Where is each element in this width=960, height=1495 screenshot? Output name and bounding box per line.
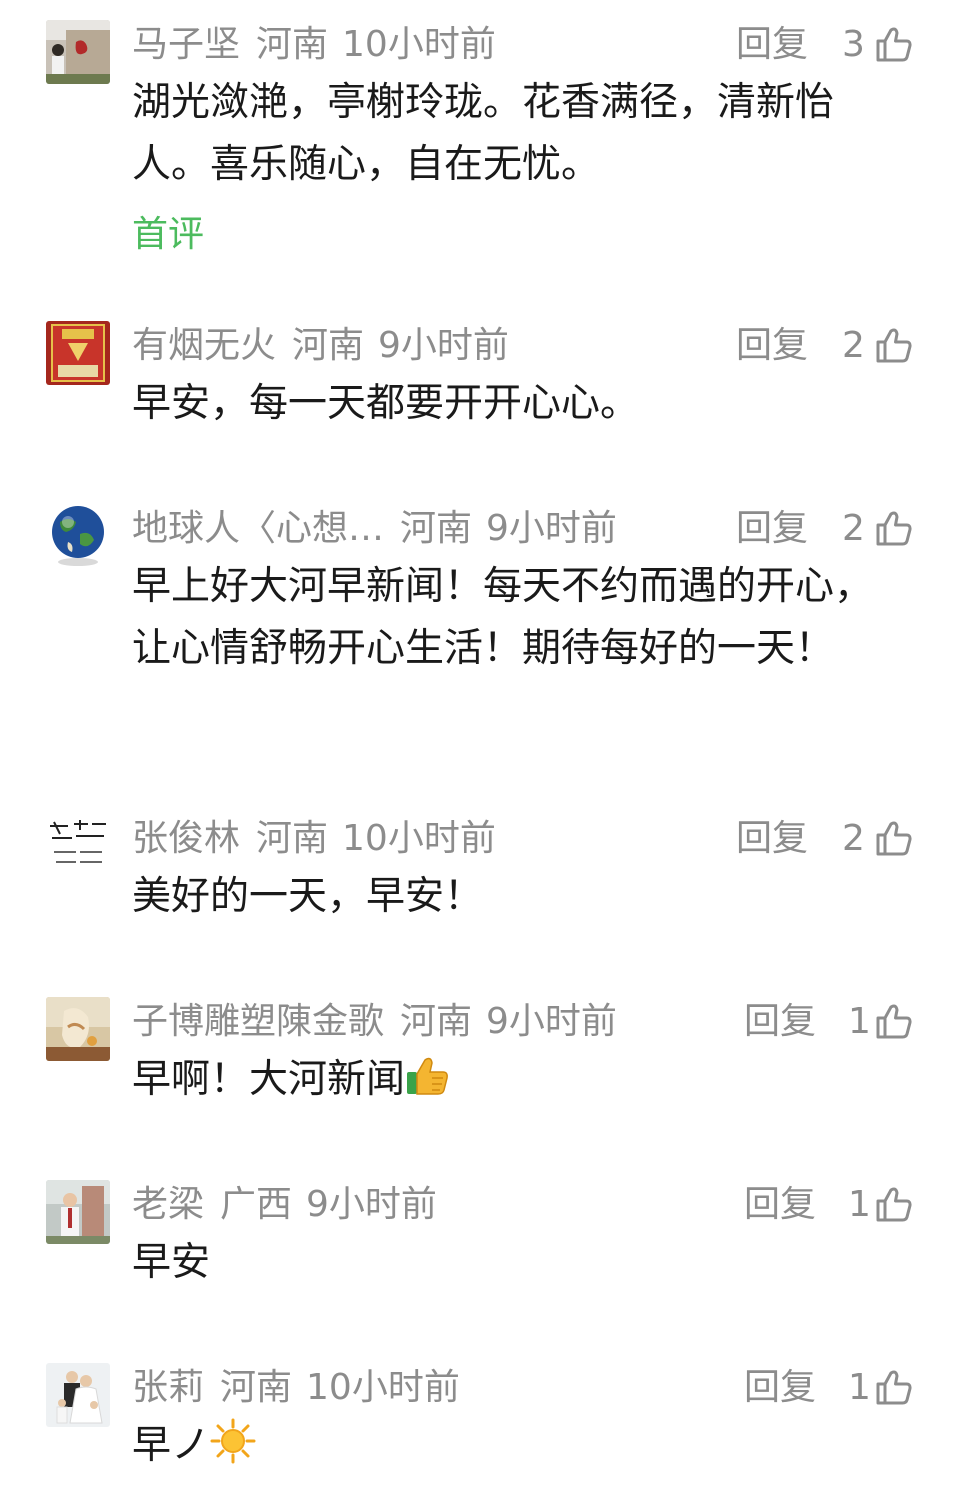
comment-text: 美好的一天，早安！ — [132, 874, 484, 919]
comment-text: 早ノ — [132, 1415, 902, 1477]
comment-item: 地球人〈心想… 河南 9小时前 回复 2 早上好大河早新闻！每天不约而遇的开心，让心… — [0, 504, 960, 754]
comment-meta: 老梁 广西 9小时前 — [132, 1180, 437, 1230]
reply-button[interactable]: 回复 — [736, 814, 808, 864]
avatar[interactable] — [46, 20, 110, 84]
like-count: 2 — [842, 508, 865, 549]
comment-item: 马子坚 河南 10小时前 回复 3 湖光潋滟，亭榭玲珑。花香满径，清新怡人。喜乐随心… — [0, 20, 960, 270]
comment-text-content: 早啊！大河新闻 — [132, 1057, 406, 1102]
comment-text-content: 早ノ — [132, 1423, 211, 1468]
like-count: 2 — [842, 818, 865, 859]
reply-button[interactable]: 回复 — [736, 504, 808, 554]
reply-button[interactable]: 回复 — [744, 1363, 816, 1413]
comment-text: 早安，每一天都要开开心心。 — [132, 381, 640, 426]
comment-item: 张俊林 河南 10小时前 回复 2 美好的一天，早安！ — [0, 814, 960, 944]
user-name[interactable]: 张俊林 — [132, 818, 240, 859]
comment-meta: 有烟无火 河南 9小时前 — [132, 321, 509, 371]
first-comment-tag: 首评 — [132, 214, 205, 255]
reply-button[interactable]: 回复 — [744, 997, 816, 1047]
sun-emoji-icon — [210, 1418, 256, 1464]
comment-meta: 张莉 河南 10小时前 — [132, 1363, 460, 1413]
user-region: 河南 — [220, 1367, 293, 1408]
comment-time: 10小时前 — [342, 24, 496, 65]
thumbs-up-icon[interactable] — [874, 24, 914, 64]
thumbs-up-icon[interactable] — [874, 325, 914, 365]
user-name[interactable]: 老梁 — [132, 1184, 204, 1225]
user-name[interactable]: 有烟无火 — [132, 325, 276, 366]
comment-time: 9小时前 — [486, 1001, 617, 1042]
thumbs-up-icon[interactable] — [874, 1001, 914, 1041]
comment-meta: 地球人〈心想… 河南 9小时前 — [132, 504, 617, 554]
like-count: 1 — [848, 1367, 871, 1408]
reply-button[interactable]: 回复 — [744, 1180, 816, 1230]
avatar[interactable] — [46, 504, 110, 568]
user-region: 河南 — [400, 508, 473, 549]
avatar[interactable] — [46, 997, 110, 1061]
comment-time: 9小时前 — [486, 508, 617, 549]
avatar[interactable] — [46, 1363, 110, 1427]
thumbs-up-icon[interactable] — [874, 508, 914, 548]
comment-time: 9小时前 — [378, 325, 509, 366]
comment-item: 子博雕塑陳金歌 河南 9小时前 回复 1 早啊！大河新闻 — [0, 997, 960, 1127]
user-name[interactable]: 张莉 — [132, 1367, 204, 1408]
user-name[interactable]: 地球人〈心想… — [132, 508, 384, 549]
like-count: 1 — [848, 1184, 871, 1225]
comment-text: 早安 — [132, 1240, 211, 1285]
like-count: 2 — [842, 325, 865, 366]
user-region: 河南 — [256, 24, 329, 65]
user-name[interactable]: 马子坚 — [132, 24, 240, 65]
like-count: 3 — [842, 24, 865, 65]
thumbs-up-icon[interactable] — [874, 1184, 914, 1224]
avatar[interactable] — [46, 814, 110, 878]
comment-item: 有烟无火 河南 9小时前 回复 2 早安，每一天都要开开心心。 — [0, 321, 960, 451]
comment-meta: 马子坚 河南 10小时前 — [132, 20, 496, 70]
thumbs-up-emoji-icon — [407, 1057, 448, 1095]
like-count: 1 — [848, 1001, 871, 1042]
user-name[interactable]: 子博雕塑陳金歌 — [132, 1001, 384, 1042]
user-region: 河南 — [292, 325, 365, 366]
comment-text: 早啊！大河新闻 — [132, 1049, 902, 1111]
comment-item: 张莉 河南 10小时前 回复 1 早ノ — [0, 1363, 960, 1493]
reply-button[interactable]: 回复 — [736, 20, 808, 70]
comment-time: 10小时前 — [342, 818, 496, 859]
thumbs-up-icon[interactable] — [874, 818, 914, 858]
comment-meta: 子博雕塑陳金歌 河南 9小时前 — [132, 997, 617, 1047]
comment-item: 老梁 广西 9小时前 回复 1 早安 — [0, 1180, 960, 1310]
comment-time: 10小时前 — [306, 1367, 460, 1408]
comment-time: 9小时前 — [306, 1184, 437, 1225]
user-region: 广西 — [220, 1184, 293, 1225]
comment-text: 湖光潋滟，亭榭玲珑。花香满径，清新怡人。喜乐随心，自在无忧。 — [132, 80, 835, 187]
comment-text: 早上好大河早新闻！每天不约而遇的开心，让心情舒畅开心生活！期待每好的一天！ — [132, 564, 874, 671]
user-region: 河南 — [400, 1001, 473, 1042]
thumbs-up-icon[interactable] — [874, 1367, 914, 1407]
reply-button[interactable]: 回复 — [736, 321, 808, 371]
avatar[interactable] — [46, 1180, 110, 1244]
user-region: 河南 — [256, 818, 329, 859]
avatar[interactable] — [46, 321, 110, 385]
comment-meta: 张俊林 河南 10小时前 — [132, 814, 496, 864]
